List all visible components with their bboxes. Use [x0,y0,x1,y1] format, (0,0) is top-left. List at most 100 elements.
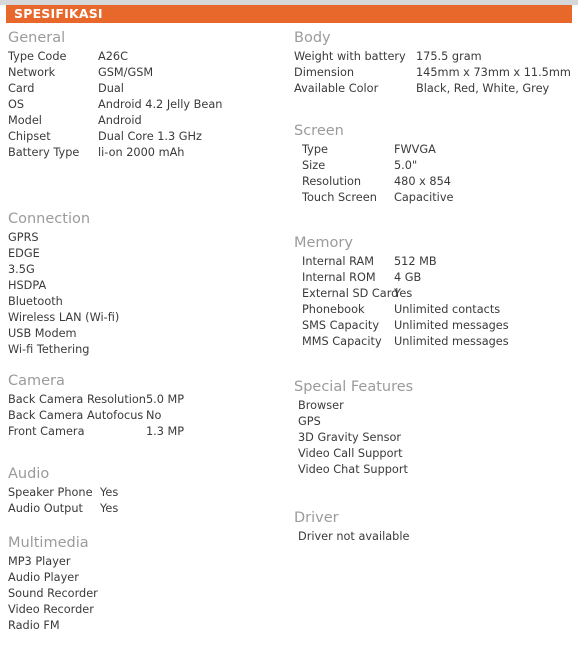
spec-label: Network [8,66,56,79]
spec-row: Weight with battery 175.5 gram [294,49,482,65]
spec-row: Browser [298,398,413,414]
spec-label: Driver not available [298,530,410,543]
spec-label: Video Call Support [298,447,403,460]
spec-row: Resolution 480 x 854 [302,174,451,190]
spec-row: GPS [298,414,413,430]
spec-row: Model Android [8,113,142,129]
spec-label: Internal RAM [302,255,374,268]
spec-label: Internal ROM [302,271,376,284]
spec-row: GPRS [8,230,119,246]
section-title-camera: Camera [8,373,65,389]
spec-row: External SD Card Yes [302,286,412,302]
spec-label: Back Camera Autofocus [8,409,144,422]
spec-row: Audio Player [8,570,98,586]
spec-label: SMS Capacity [302,319,380,332]
spec-rows: Driver not available [298,529,409,545]
spec-value: Dual Core 1.3 GHz [98,130,202,143]
spec-label: Chipset [8,130,51,143]
spec-label: MMS Capacity [302,335,382,348]
spec-row: Battery Type li-on 2000 mAh [8,145,184,161]
spec-label: Card [8,82,35,95]
section-body: Body Weight with battery 175.5 gram Dimensi… [294,30,571,97]
spec-row: Touch Screen Capacitive [302,190,453,206]
spec-label: Back Camera Resolution [8,393,146,406]
spec-value: Unlimited messages [394,335,509,348]
spec-label: Bluetooth [8,295,63,308]
spec-value: FWVGA [394,143,436,156]
spec-row: EDGE [8,246,119,262]
spec-value: A26C [98,50,128,63]
spec-label: Battery Type [8,146,80,159]
spec-label: USB Modem [8,327,77,340]
spec-value: Unlimited contacts [394,303,501,316]
spec-label: Dimension [294,66,355,79]
spec-row: MP3 Player [8,554,98,570]
section-title-special-features: Special Features [294,379,414,395]
spec-label: Type [302,143,328,156]
spec-rows: MP3 Player Audio Player Sound Recorder Vide… [8,554,98,634]
spec-rows: Weight with battery 175.5 gram Dimension 14… [294,49,571,97]
spec-label: Wireless LAN (Wi-fi) [8,311,120,324]
specification-page: SPESIFIKASI General Type Code A26C Network G… [0,0,578,645]
spec-value: 145mm x 73mm x 11.5mm [416,66,571,79]
spec-row: Back Camera Autofocus No [8,408,161,424]
spec-label: Audio Player [8,571,79,584]
spec-row: Audio Output Yes [8,501,118,517]
spec-value: Black, Red, White, Grey [416,82,550,95]
spec-value: Dual [98,82,124,95]
spec-row: Dimension 145mm x 73mm x 11.5mm [294,65,571,81]
section-title-connection: Connection [8,211,91,227]
spec-label: Model [8,114,42,127]
spec-row: HSDPA [8,278,119,294]
spec-label: Touch Screen [302,191,377,204]
section-connection: Connection GPRS EDGE 3.5G HSDPA Bluetooth Wire… [8,211,119,358]
spec-value: Yes [100,502,119,515]
section-screen: Screen Type FWVGA Size 5.0" Resolution 480 x 8… [294,123,453,206]
spec-label: Wi-fi Tethering [8,343,90,356]
spec-row: Type FWVGA [302,142,436,158]
spec-label: HSDPA [8,279,47,292]
spec-row: Wi-fi Tethering [8,342,119,358]
spec-value: 480 x 854 [394,175,451,188]
spec-row: Chipset Dual Core 1.3 GHz [8,129,202,145]
spec-row: Back Camera Resolution 5.0 MP [8,392,184,408]
spec-value: li-on 2000 mAh [98,146,185,159]
spec-label: Browser [298,399,344,412]
spec-label: 3D Gravity Sensor [298,431,402,444]
spec-value: No [146,409,162,422]
section-title-memory: Memory [294,235,353,251]
spec-value: Capacitive [394,191,454,204]
spec-label: GPRS [8,231,39,244]
spec-label: Audio Output [8,502,83,515]
section-driver: Driver Driver not available [294,510,409,545]
spec-value: 175.5 gram [416,50,482,63]
section-title-screen: Screen [294,123,344,139]
spec-row: MMS Capacity Unlimited messages [302,334,509,350]
spec-row: Type Code A26C [8,49,128,65]
spec-value: Yes [100,486,119,499]
spec-label: 3.5G [8,263,35,276]
spec-value: Unlimited messages [394,319,509,332]
spec-row: Bluetooth [8,294,119,310]
section-special-features: Special Features Browser GPS 3D Gravity Sen… [294,379,413,478]
spec-rows: Speaker Phone Yes Audio Output Yes [8,485,118,517]
spec-label: Speaker Phone [8,486,93,499]
spec-value: 5.0" [394,159,418,172]
spec-row: Available Color Black, Red, White, Grey [294,81,549,97]
spec-value: 4 GB [394,271,422,284]
section-memory: Memory Internal RAM 512 MB Internal ROM 4 GB… [294,235,509,350]
section-title-multimedia: Multimedia [8,535,89,551]
spec-value: 1.3 MP [146,425,185,438]
spec-value: 5.0 MP [146,393,185,406]
section-general: General Type Code A26C Network GSM/GSM Card Du… [8,30,222,161]
right-column: Body Weight with battery 175.5 gram Dimensi… [289,23,578,645]
spec-label: Phonebook [302,303,365,316]
spec-row: USB Modem [8,326,119,342]
spec-row: 3D Gravity Sensor [298,430,413,446]
spec-row: Radio FM [8,618,98,634]
spec-row: SMS Capacity Unlimited messages [302,318,509,334]
spec-value: Yes [394,287,413,300]
spec-row: Video Recorder [8,602,98,618]
spec-label: OS [8,98,25,111]
section-title-body: Body [294,30,331,46]
